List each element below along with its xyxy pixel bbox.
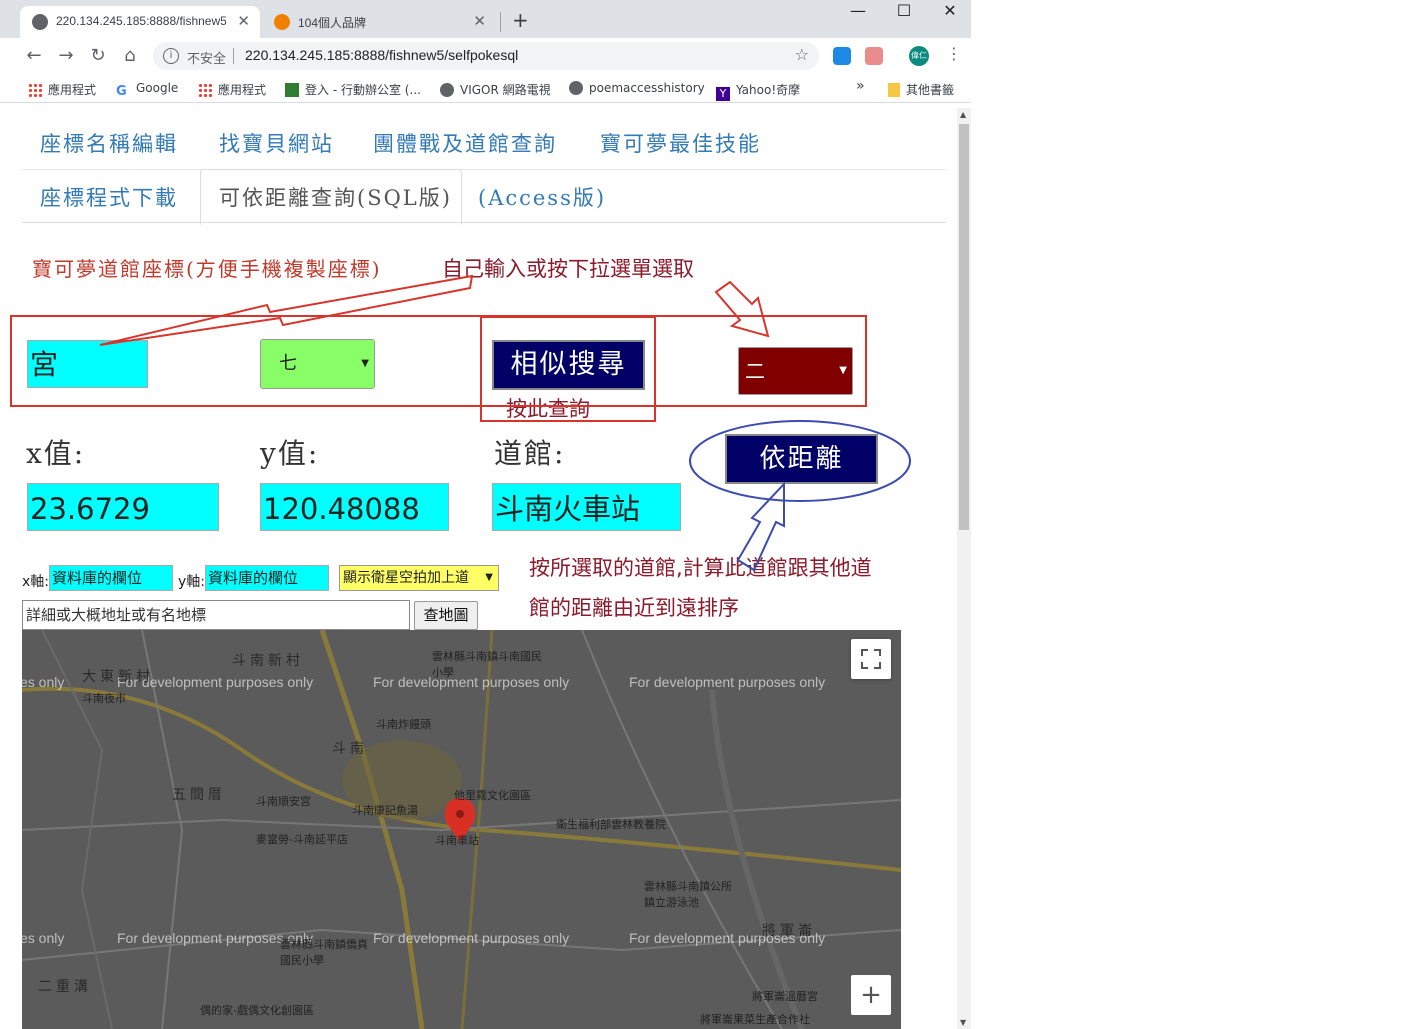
annotation-ellipse bbox=[689, 420, 911, 502]
arrow-icon bbox=[714, 280, 770, 338]
annotation-overlay bbox=[10, 274, 911, 572]
arrow-icon bbox=[99, 274, 474, 346]
arrow-icon bbox=[736, 481, 785, 572]
browser-window: 220.134.245.185:8888/fishnew5 ✕ 104個人品牌 … bbox=[0, 0, 971, 1029]
annotation-box-search-row bbox=[10, 315, 867, 407]
